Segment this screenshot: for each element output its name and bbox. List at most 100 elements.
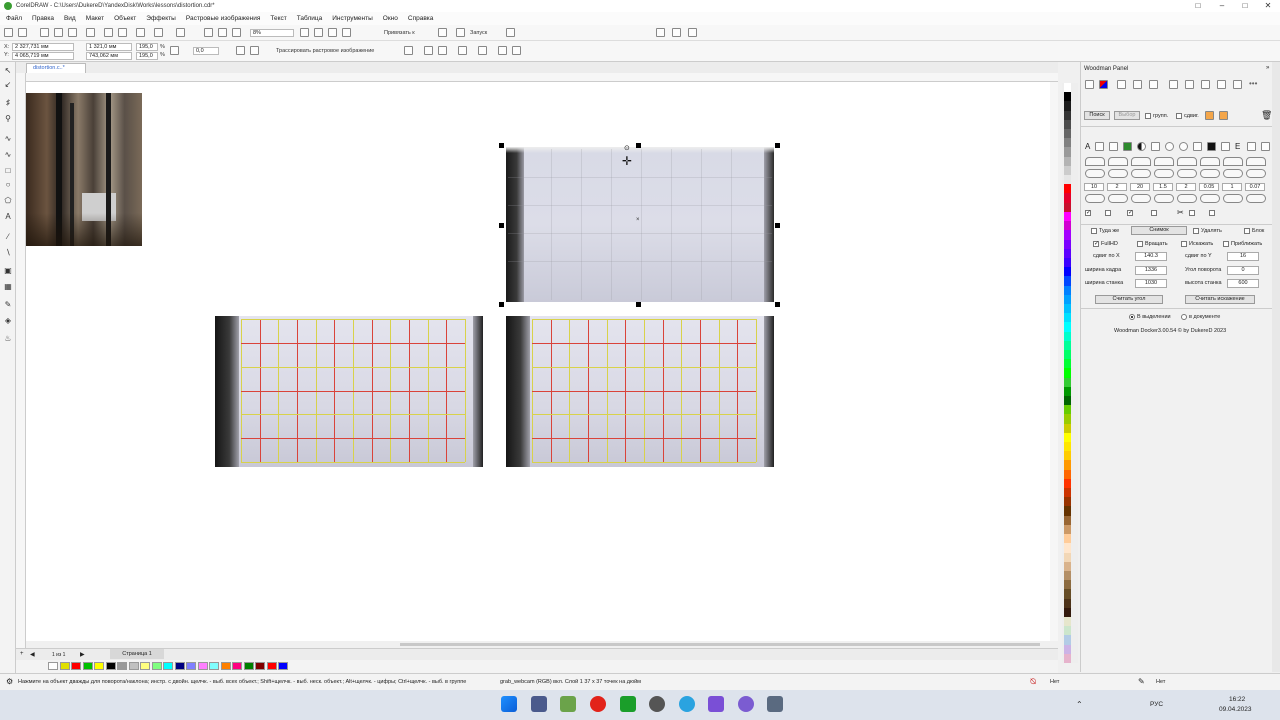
selection-handle[interactable] — [499, 223, 504, 228]
palette-swatch[interactable] — [1064, 414, 1071, 424]
value-field-8[interactable]: 0.07 — [1245, 183, 1265, 191]
telegram-icon[interactable] — [679, 696, 695, 712]
selection-handle[interactable] — [775, 302, 780, 307]
print-icon[interactable] — [54, 28, 63, 37]
text-tool-icon[interactable]: A — [3, 212, 13, 222]
cloud-shape-icon[interactable] — [1200, 194, 1220, 203]
import-icon[interactable] — [204, 28, 213, 37]
corrected-grid-image-left[interactable] — [215, 316, 483, 467]
ellipse-shape-icon[interactable] — [1179, 142, 1188, 151]
bend-shape-icon[interactable] — [1131, 169, 1151, 178]
document-swatch[interactable] — [243, 662, 254, 670]
first-page-icon[interactable]: ◀ — [30, 651, 35, 658]
document-swatch[interactable] — [48, 662, 58, 670]
in-selection-radio[interactable] — [1129, 314, 1135, 320]
snapshot-button[interactable]: Снимок — [1131, 226, 1187, 235]
width-field[interactable]: 1 321,0 мм — [86, 43, 132, 51]
palette-swatch[interactable] — [1064, 248, 1071, 258]
align-icon[interactable] — [478, 46, 487, 55]
document-swatch[interactable] — [163, 662, 173, 670]
extra-icon[interactable] — [1247, 142, 1256, 151]
fullhd-checkbox[interactable]: ✓ — [1093, 241, 1099, 247]
app-launcher-icon[interactable] — [456, 28, 465, 37]
bend-shape-icon[interactable] — [1223, 157, 1243, 166]
selection-handle[interactable] — [636, 302, 641, 307]
lock-ratio-icon[interactable] — [170, 46, 179, 55]
scale-y-field[interactable]: 195,0 — [136, 52, 158, 60]
rotation-field[interactable]: 0,0 — [193, 47, 219, 55]
drawing-canvas[interactable]: × ✛ ⊙ — [26, 82, 1058, 648]
smart-fill-icon[interactable]: ♨ — [3, 334, 13, 344]
undo-icon[interactable] — [154, 28, 163, 37]
launch-dropdown[interactable]: Запуск — [470, 30, 487, 36]
document-swatch[interactable] — [151, 662, 162, 670]
options-gear-icon[interactable] — [438, 28, 447, 37]
palette-swatch[interactable] — [1064, 626, 1071, 636]
frame-alt-icon[interactable] — [1217, 80, 1226, 89]
macro-stop-icon[interactable] — [672, 28, 681, 37]
paste-special-icon[interactable] — [136, 28, 145, 37]
fill-green-icon[interactable] — [1123, 142, 1132, 151]
corrected-grid-image-right[interactable] — [506, 316, 774, 467]
selection-handle[interactable] — [636, 143, 641, 148]
palette-swatch[interactable] — [1064, 230, 1071, 240]
height-field[interactable]: 743,062 мм — [86, 52, 132, 60]
palette-swatch[interactable] — [1064, 497, 1071, 507]
palette-swatch[interactable] — [1064, 257, 1071, 268]
option-checkbox-5[interactable] — [1189, 210, 1195, 216]
palette-swatch[interactable] — [1064, 515, 1071, 525]
palette-swatch[interactable] — [1064, 211, 1071, 222]
menu-view[interactable]: Вид — [64, 15, 76, 22]
taskbar-app-4-icon[interactable] — [767, 696, 783, 712]
cloud-shape-icon[interactable] — [1108, 194, 1128, 203]
palette-swatch[interactable] — [1064, 285, 1071, 295]
macro-record-icon[interactable] — [656, 28, 665, 37]
palette-swatch[interactable] — [1064, 331, 1071, 341]
option-checkbox-1[interactable]: ✓ — [1085, 210, 1091, 216]
palette-swatch[interactable] — [1064, 119, 1071, 130]
redo-icon[interactable] — [176, 28, 185, 37]
open-icon[interactable] — [18, 28, 27, 37]
bend-shape-icon[interactable] — [1108, 169, 1128, 178]
more-icon[interactable]: ••• — [1249, 79, 1257, 88]
scissors-icon[interactable]: ✂ — [1177, 208, 1184, 217]
frame-icon[interactable] — [1117, 80, 1126, 89]
document-swatch[interactable] — [197, 662, 208, 670]
rect-shape-icon[interactable] — [1151, 142, 1160, 151]
palette-swatch[interactable] — [1064, 303, 1071, 314]
bend-shape-icon[interactable] — [1085, 157, 1105, 166]
read-distortion-button[interactable]: Считать искажение — [1185, 295, 1255, 304]
value-field-5[interactable]: 2 — [1176, 183, 1196, 191]
text-a-icon[interactable]: A — [1085, 142, 1090, 151]
clock-date[interactable]: 09.04.2023 — [1219, 706, 1252, 713]
read-angle-button[interactable]: Считать угол — [1095, 295, 1163, 304]
square-shape-icon[interactable] — [1193, 142, 1202, 151]
taskbar-app-1-icon[interactable] — [531, 696, 547, 712]
palette-swatch[interactable] — [1064, 202, 1071, 212]
export-icon[interactable] — [218, 28, 227, 37]
machine-width-field[interactable]: 1030 — [1135, 279, 1167, 288]
selection-handle[interactable] — [499, 143, 504, 148]
palette-swatch[interactable] — [1064, 386, 1071, 396]
outline-icon[interactable]: ✎ — [1138, 677, 1145, 686]
show-grid-icon[interactable] — [328, 28, 337, 37]
palette-swatch[interactable] — [1064, 368, 1071, 378]
document-swatch[interactable] — [186, 662, 196, 670]
search-button[interactable]: Поиск — [1084, 111, 1110, 120]
document-tab[interactable]: distortion.c..* — [26, 63, 86, 73]
gear-icon[interactable]: ⚙ — [6, 677, 13, 686]
value-field-7[interactable]: 1 — [1222, 183, 1242, 191]
block-checkbox[interactable] — [1244, 228, 1250, 234]
viber-icon[interactable] — [738, 696, 754, 712]
palette-swatch[interactable] — [1064, 221, 1071, 231]
palette-swatch[interactable] — [1064, 322, 1071, 332]
color-mode-icon[interactable] — [512, 46, 521, 55]
shift-y-field[interactable]: 16 — [1227, 252, 1259, 261]
document-swatch[interactable] — [82, 662, 93, 670]
visual-studio-icon[interactable] — [708, 696, 724, 712]
document-swatch[interactable] — [232, 662, 242, 670]
document-swatch[interactable] — [220, 662, 231, 670]
new-document-icon[interactable] — [4, 28, 13, 37]
palette-swatch[interactable] — [1064, 377, 1071, 387]
rotate-checkbox[interactable] — [1137, 241, 1143, 247]
